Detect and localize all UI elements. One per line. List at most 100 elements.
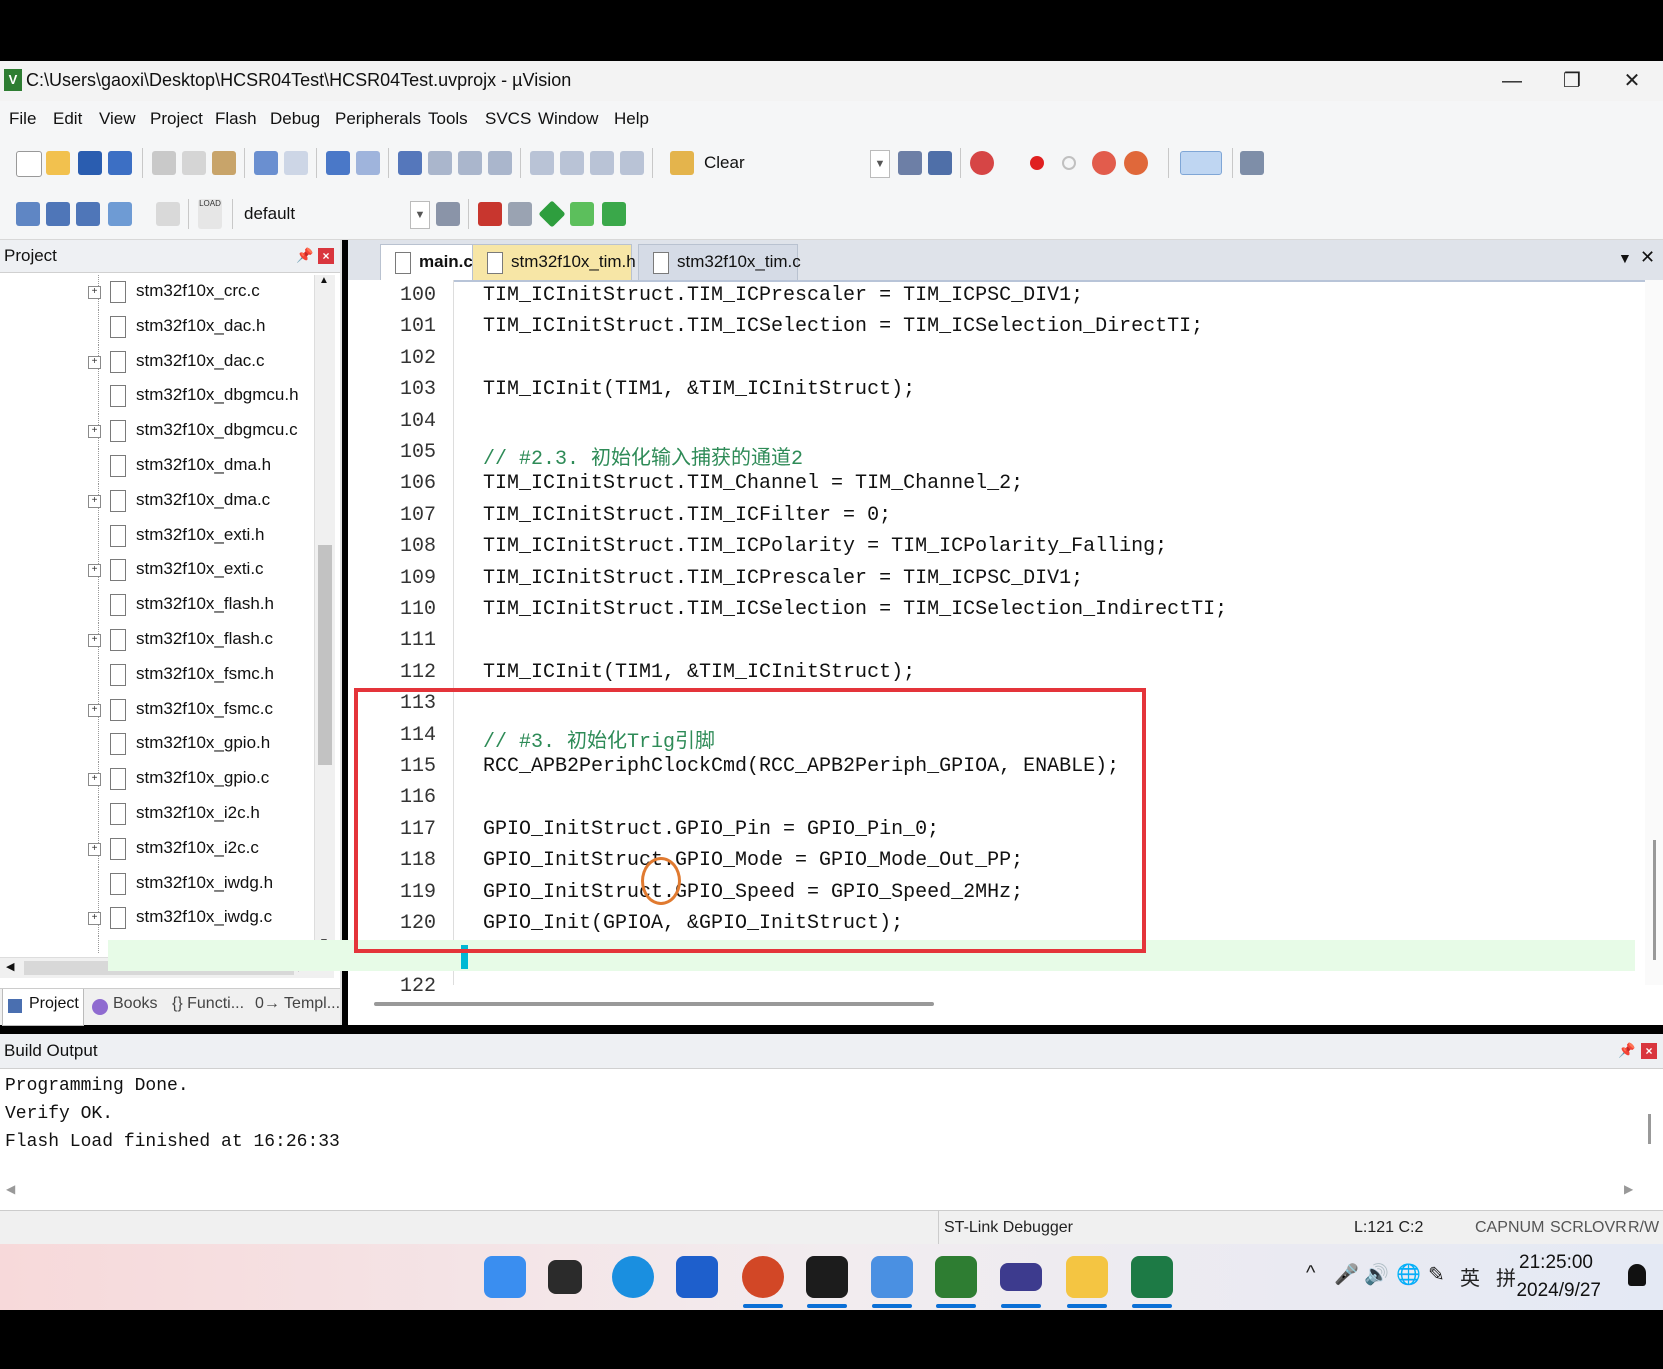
save-icon[interactable] bbox=[78, 151, 102, 175]
uncomment-icon[interactable] bbox=[620, 151, 644, 175]
project-tree-item[interactable]: + stm32f10x_fsmc.c bbox=[0, 692, 310, 728]
project-tree-scrollbar[interactable]: ▲ ▼ bbox=[314, 275, 335, 953]
redo-icon[interactable] bbox=[284, 151, 308, 175]
save-all-icon[interactable] bbox=[108, 151, 132, 175]
pin-icon[interactable]: 📌 bbox=[1618, 1042, 1635, 1059]
target-dropdown[interactable]: ▼ bbox=[410, 201, 430, 229]
stop-build-icon[interactable] bbox=[156, 202, 180, 226]
project-tree-item[interactable]: stm32f10x_dma.h bbox=[0, 449, 310, 484]
code-line[interactable]: TIM_ICInitStruct.TIM_ICPrescaler = TIM_I… bbox=[483, 284, 1083, 307]
expand-icon[interactable]: + bbox=[88, 703, 101, 717]
find-combo-text[interactable]: Clear bbox=[704, 153, 745, 173]
cut-icon[interactable] bbox=[152, 151, 176, 175]
close-tab-icon[interactable]: ✕ bbox=[1640, 247, 1655, 268]
copy-icon[interactable] bbox=[182, 151, 206, 175]
find-combo-dropdown[interactable]: ▼ bbox=[870, 150, 890, 178]
batch-build-icon[interactable] bbox=[108, 202, 132, 226]
menu-project[interactable]: Project bbox=[150, 109, 203, 129]
next-bookmark-icon[interactable] bbox=[458, 151, 482, 175]
translate-icon[interactable] bbox=[16, 202, 40, 226]
target-select[interactable]: default bbox=[244, 204, 295, 224]
navigate-forward-icon[interactable] bbox=[356, 151, 380, 175]
run-time-environment-icon[interactable] bbox=[602, 202, 626, 226]
build-icon[interactable] bbox=[46, 202, 70, 226]
disable-all-breakpoints-icon[interactable] bbox=[1124, 151, 1148, 175]
code-line[interactable]: TIM_ICInit(TIM1, &TIM_ICInitStruct); bbox=[483, 378, 915, 401]
volume-icon[interactable]: 🔊 bbox=[1364, 1262, 1389, 1287]
tab-project[interactable]: Project bbox=[29, 995, 79, 1013]
powerpoint-icon[interactable] bbox=[742, 1256, 784, 1298]
tray-overflow-icon[interactable]: ^ bbox=[1306, 1262, 1315, 1285]
clear-bookmarks-icon[interactable] bbox=[488, 151, 512, 175]
prev-bookmark-icon[interactable] bbox=[428, 151, 452, 175]
ime-mode-icon[interactable]: 拼 bbox=[1496, 1262, 1516, 1291]
expand-icon[interactable]: + bbox=[88, 773, 101, 787]
project-tree-item[interactable]: + stm32f10x_dbgmcu.c bbox=[0, 414, 310, 450]
expand-icon[interactable]: + bbox=[88, 634, 101, 647]
menu-flash[interactable]: Flash bbox=[215, 109, 257, 129]
menu-view[interactable]: View bbox=[99, 109, 136, 129]
kill-breakpoints-icon[interactable] bbox=[1092, 151, 1116, 175]
project-tree-item[interactable]: + stm32f10x_exti.c bbox=[0, 553, 310, 589]
paste-icon[interactable] bbox=[212, 151, 236, 175]
menu-peripherals[interactable]: Peripherals bbox=[335, 109, 421, 129]
menu-edit[interactable]: Edit bbox=[53, 109, 82, 129]
maps-app-icon[interactable] bbox=[871, 1256, 913, 1298]
find-in-files-icon[interactable] bbox=[670, 151, 694, 175]
menu-tools[interactable]: Tools bbox=[428, 109, 468, 129]
tab-books[interactable]: Books bbox=[113, 995, 157, 1013]
window-layout-icon[interactable] bbox=[1180, 151, 1222, 175]
scroll-right-arrow-icon[interactable]: ▶ bbox=[1624, 1182, 1633, 1196]
project-tree-item[interactable]: stm32f10x_flash.h bbox=[0, 588, 310, 624]
input-language-icon[interactable]: 英 bbox=[1460, 1262, 1480, 1291]
project-tree-item[interactable]: stm32f10x_dbgmcu.h bbox=[0, 379, 310, 415]
start-debug-icon[interactable] bbox=[970, 151, 994, 175]
file-explorer-icon[interactable] bbox=[1066, 1256, 1108, 1298]
bookmark-icon[interactable] bbox=[398, 151, 422, 175]
edge-browser-icon[interactable] bbox=[612, 1256, 654, 1298]
scrollbar-thumb[interactable] bbox=[318, 545, 332, 765]
navigate-back-icon[interactable] bbox=[326, 151, 350, 175]
code-line[interactable]: TIM_ICInitStruct.TIM_ICFilter = 0; bbox=[483, 504, 891, 527]
code-line[interactable]: TIM_ICInitStruct.TIM_ICSelection = TIM_I… bbox=[483, 315, 1203, 338]
editor-horizontal-scrollbar[interactable] bbox=[374, 1002, 934, 1006]
serial-terminal-icon[interactable] bbox=[1000, 1263, 1042, 1291]
breakpoint-icon[interactable] bbox=[1030, 156, 1044, 170]
pin-icon[interactable]: 📌 bbox=[296, 247, 313, 264]
expand-icon[interactable]: + bbox=[88, 912, 101, 926]
project-tree-item[interactable]: + stm32f10x_dma.c bbox=[0, 483, 310, 519]
code-line[interactable]: TIM_ICInitStruct.TIM_ICPrescaler = TIM_I… bbox=[483, 567, 1083, 590]
expand-icon[interactable]: + bbox=[88, 286, 101, 299]
close-pane-icon[interactable]: × bbox=[1641, 1043, 1657, 1059]
indent-icon[interactable] bbox=[530, 151, 554, 175]
menu-help[interactable]: Help bbox=[614, 109, 649, 129]
expand-icon[interactable]: + bbox=[88, 355, 101, 369]
network-icon[interactable]: 🌐 bbox=[1396, 1262, 1421, 1287]
notification-bell-icon[interactable] bbox=[1628, 1264, 1646, 1286]
project-tree-item[interactable]: stm32f10x_iwdg.h bbox=[0, 866, 310, 902]
new-file-icon[interactable] bbox=[16, 151, 42, 177]
project-tree-item[interactable]: stm32f10x_gpio.h bbox=[0, 727, 310, 763]
file-extensions-icon[interactable] bbox=[508, 202, 532, 226]
restore-button[interactable]: ❐ bbox=[1542, 61, 1602, 101]
output-scrollbar-thumb[interactable] bbox=[1648, 1114, 1651, 1144]
select-software-packs-icon[interactable] bbox=[570, 202, 594, 226]
code-comment-line[interactable]: // #2.3. 初始化输入捕获的通道2 bbox=[483, 441, 803, 471]
target-options-icon[interactable] bbox=[436, 202, 460, 226]
load-download-icon[interactable]: LOAD bbox=[198, 199, 222, 229]
microphone-icon[interactable]: 🎤 bbox=[1334, 1262, 1359, 1287]
editor-scrollbar-thumb[interactable] bbox=[1653, 840, 1656, 960]
expand-icon[interactable]: + bbox=[88, 564, 101, 578]
find-icon[interactable] bbox=[898, 151, 922, 175]
project-tree-item[interactable]: + stm32f10x_crc.c bbox=[0, 275, 310, 310]
close-pane-icon[interactable]: × bbox=[318, 248, 334, 264]
minimize-button[interactable]: — bbox=[1482, 61, 1542, 101]
code-line[interactable]: TIM_ICInit(TIM1, &TIM_ICInitStruct); bbox=[483, 661, 915, 684]
todo-app-icon[interactable] bbox=[676, 1256, 718, 1298]
comment-icon[interactable] bbox=[590, 151, 614, 175]
code-line[interactable]: TIM_ICInitStruct.TIM_Channel = TIM_Chann… bbox=[483, 472, 1023, 495]
tab-stm32f10x-tim-h[interactable]: stm32f10x_tim.h bbox=[472, 244, 636, 280]
incremental-find-icon[interactable] bbox=[928, 151, 952, 175]
expand-icon[interactable]: + bbox=[88, 494, 101, 508]
close-button[interactable]: ✕ bbox=[1602, 61, 1662, 101]
